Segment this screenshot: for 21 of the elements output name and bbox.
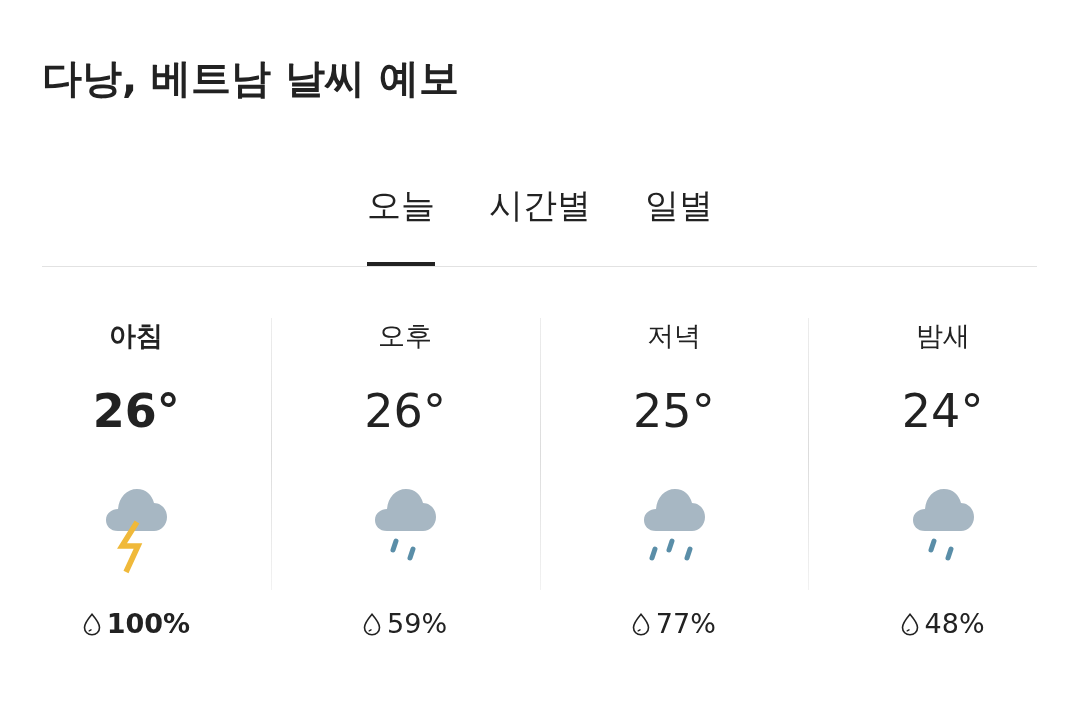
precipitation-chance: 59% (387, 607, 448, 641)
raindrop-icon (631, 612, 650, 636)
tab[interactable]: 시간별 (488, 183, 591, 266)
thunderstorm-icon (104, 486, 169, 576)
period-label: 저녁 (646, 319, 701, 353)
period-label: 오후 (378, 319, 433, 353)
raindrop-icon (900, 612, 919, 636)
tab[interactable]: 일별 (644, 183, 713, 266)
precipitation-chance: 100% (106, 607, 191, 641)
temperature: 25° (633, 383, 715, 439)
precipitation-chance: 48% (924, 607, 985, 641)
period-label: 밤새 (915, 319, 970, 353)
temperature: 26° (364, 383, 446, 439)
raindrop-icon (82, 612, 101, 636)
period-label: 아침 (109, 319, 164, 353)
tab[interactable]: 오늘 (366, 183, 435, 266)
page-title: 다낭, 베트남 날씨 예보 (42, 54, 460, 103)
precipitation-chance: 77% (655, 607, 716, 641)
temperature: 26° (92, 383, 180, 439)
temperature: 24° (901, 383, 984, 439)
raindrop-icon (363, 612, 382, 636)
